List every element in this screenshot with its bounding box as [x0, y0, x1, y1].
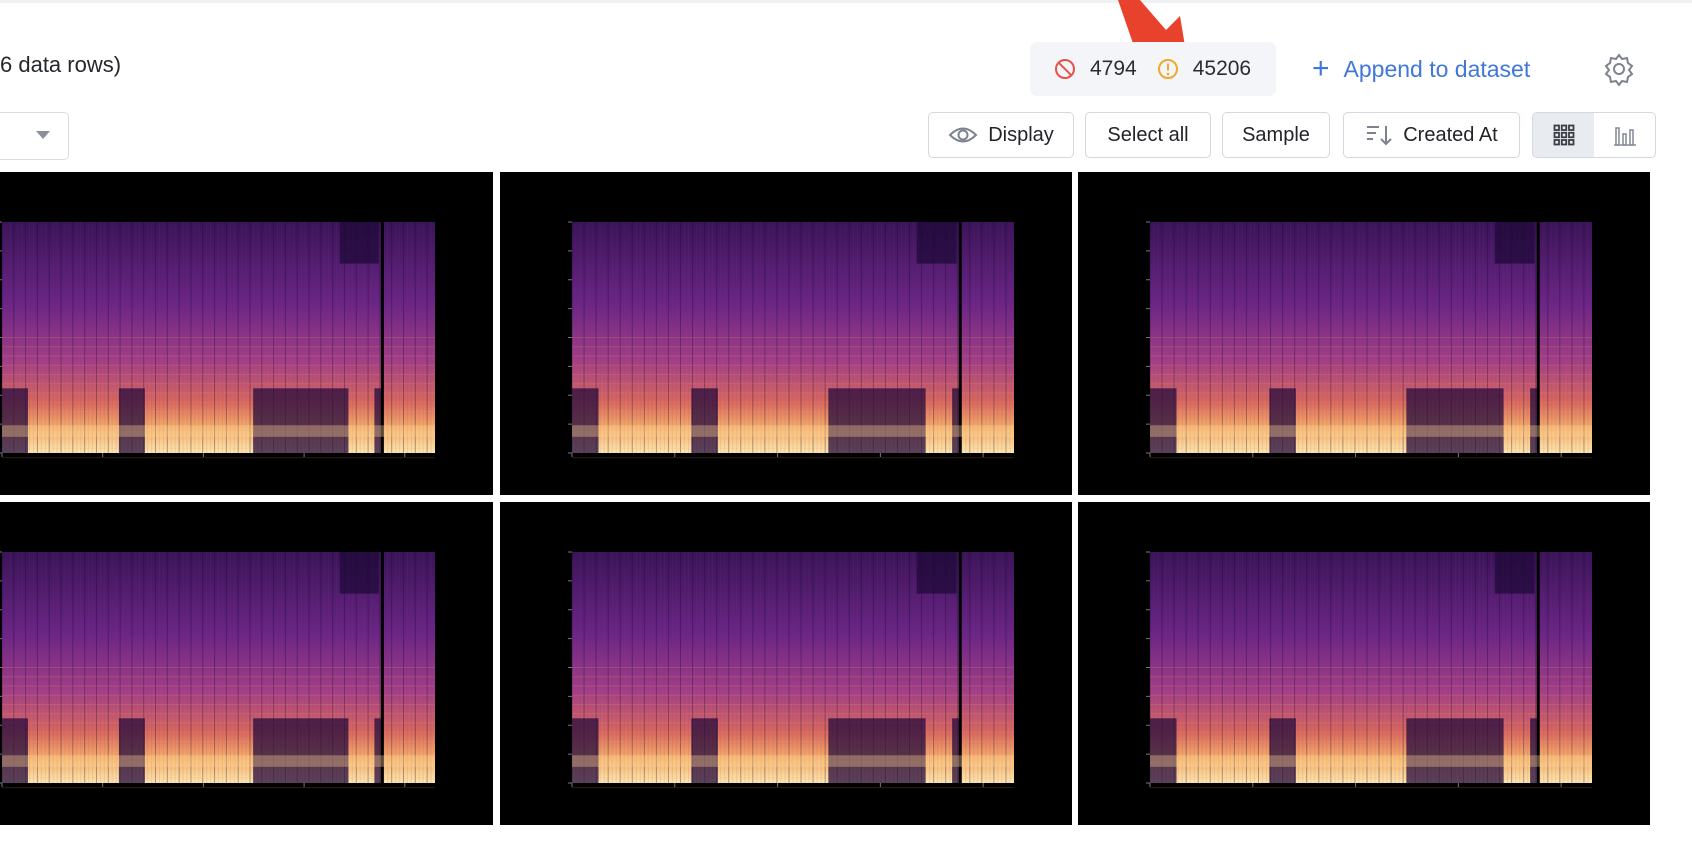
- eye-icon: [948, 127, 978, 143]
- grid-view-button[interactable]: [1533, 113, 1594, 157]
- gallery-tile[interactable]: [500, 172, 1072, 495]
- sort-created-at-button[interactable]: Created At: [1343, 112, 1520, 158]
- filter-dropdown[interactable]: [0, 112, 69, 160]
- warning-icon: [1157, 59, 1178, 79]
- chevron-down-icon: [36, 131, 50, 139]
- select-all-label: Select all: [1107, 123, 1189, 146]
- sample-button[interactable]: Sample: [1222, 112, 1330, 158]
- gallery-tile[interactable]: [1078, 172, 1650, 495]
- spectrogram-image: [568, 551, 1014, 789]
- view-toggle: [1532, 112, 1656, 158]
- chart-view-button[interactable]: [1594, 113, 1655, 157]
- sample-label: Sample: [1242, 123, 1310, 146]
- gallery-tile[interactable]: [0, 502, 493, 825]
- gallery-tile[interactable]: [0, 172, 493, 495]
- blocked-icon: [1055, 59, 1075, 79]
- spectrogram-image: [0, 221, 435, 459]
- append-to-dataset-label: Append to dataset: [1343, 55, 1531, 82]
- grid-icon: [1553, 124, 1574, 146]
- select-all-button[interactable]: Select all: [1085, 112, 1211, 158]
- row-status-counts: 4794 45206: [1030, 42, 1276, 96]
- append-to-dataset-button[interactable]: + Append to dataset: [1312, 46, 1530, 92]
- display-button[interactable]: Display: [928, 112, 1074, 158]
- blocked-count: 4794: [1090, 57, 1137, 80]
- spectrogram-image: [1146, 221, 1592, 459]
- warning-count: 45206: [1192, 57, 1252, 80]
- gallery-tile[interactable]: [500, 502, 1072, 825]
- spectrogram-image: [568, 221, 1014, 459]
- row-count-label: 6 data rows): [0, 52, 122, 77]
- spectrogram-image: [0, 551, 435, 789]
- sort-descending-icon: [1367, 126, 1392, 146]
- bar-chart-icon: [1613, 127, 1636, 146]
- plus-icon: +: [1312, 52, 1330, 85]
- gallery-tile[interactable]: [1078, 502, 1650, 825]
- spectrogram-image: [1146, 551, 1592, 789]
- top-divider: [0, 0, 1692, 3]
- sort-label: Created At: [1403, 123, 1498, 146]
- gear-icon[interactable]: [1602, 52, 1636, 86]
- display-label: Display: [988, 123, 1054, 146]
